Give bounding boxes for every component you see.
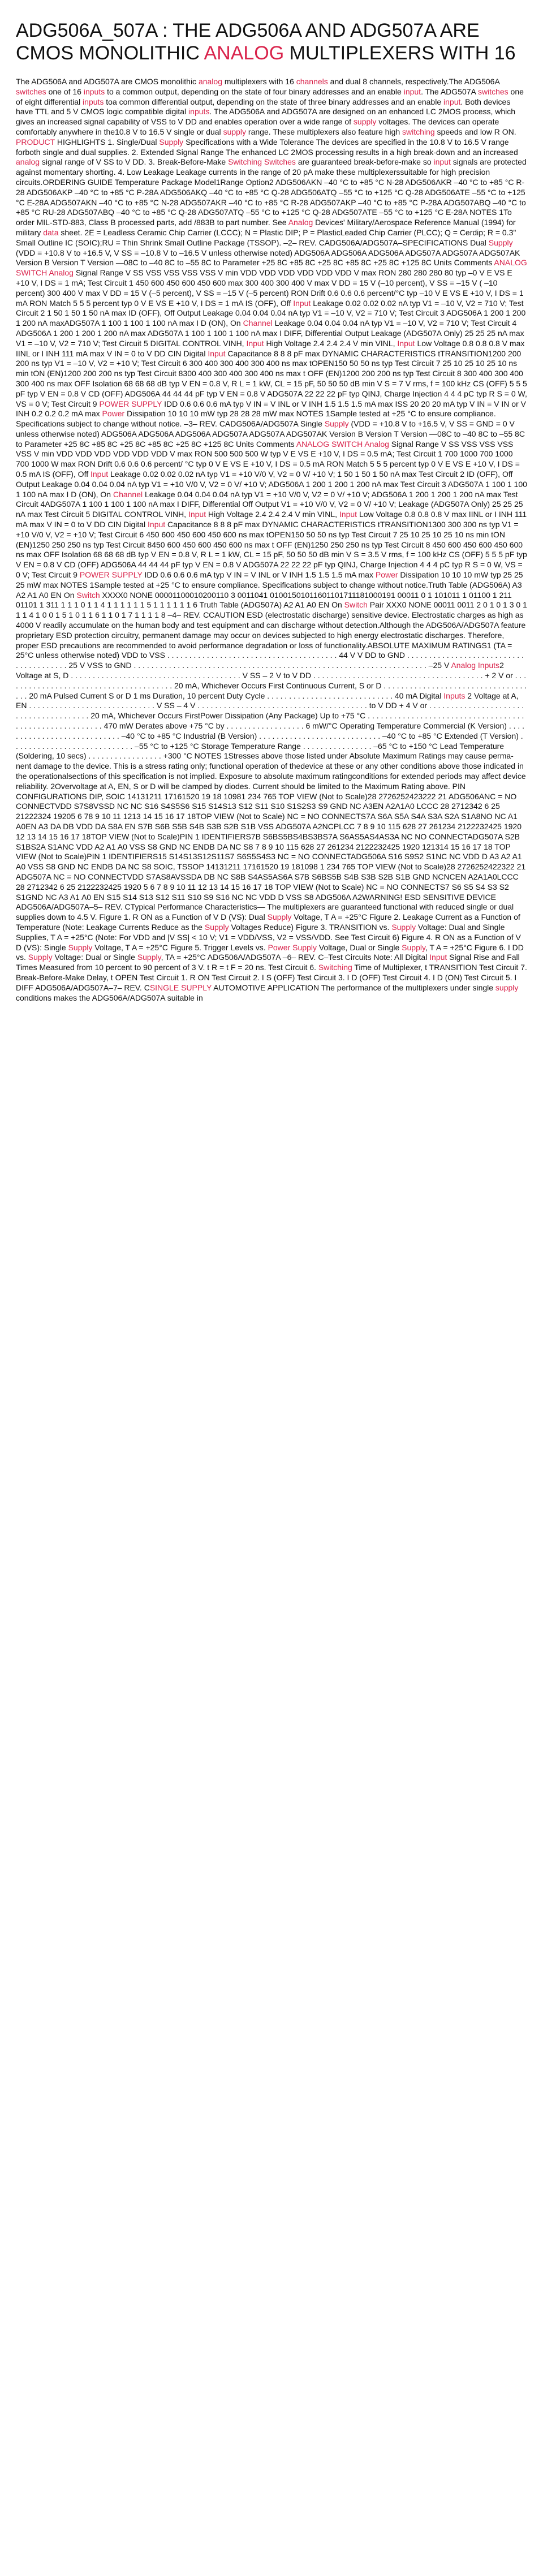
body-text-run: 2 Voltage at A, EN . . . . . . . . . . .…: [16, 691, 526, 922]
body-text-run: HIGHLIGHTS 1. Single/Dual: [54, 137, 160, 147]
body-keyword-highlight: Input: [90, 469, 109, 479]
body-keyword-highlight: inputs: [188, 107, 210, 117]
body-text-run: speeds and low R ON.: [434, 127, 516, 136]
body-keyword-highlight: Input: [339, 510, 357, 519]
body-keyword-highlight: Analog: [288, 218, 313, 227]
body-keyword-highlight: Supply: [159, 137, 184, 147]
body-keyword-highlight: Power: [268, 942, 291, 952]
body-keyword-highlight: switches: [477, 87, 508, 96]
body-keyword-highlight: Power: [102, 409, 125, 419]
body-keyword-highlight: POWER: [99, 399, 130, 408]
body-keyword-highlight: Channel: [113, 489, 143, 499]
body-keyword-highlight: SWITCH: [16, 268, 48, 278]
body-keyword-highlight: Switches: [264, 157, 296, 167]
body-text-run: toa common differential output, dependin…: [104, 97, 444, 106]
body-keyword-highlight: Input: [208, 348, 226, 358]
body-keyword-highlight: Input: [148, 520, 166, 529]
body-text-run: Voltage, T A = +25°C Figure 5. Trigger L…: [92, 942, 268, 952]
body-text-run: range. These multiplexers also feature h…: [246, 127, 403, 136]
body-text-run: sheet. 2E = Leadless Ceramic Chip Carrie…: [16, 227, 516, 247]
body-keyword-highlight: Analog: [49, 268, 74, 278]
body-keyword-highlight: Supply: [402, 942, 425, 952]
body-keyword-highlight: analog: [198, 77, 222, 86]
body-keyword-highlight: SUPPLY: [131, 399, 162, 408]
body-keyword-highlight: SWITCH: [331, 439, 363, 449]
body-text-run: High Voltage 2.4 2.4 2.4 V min VINL,: [264, 338, 398, 348]
body-keyword-highlight: analog: [16, 157, 40, 167]
document-body: The ADG506A and ADG507A are CMOS monolit…: [16, 77, 527, 1003]
title-text-run: MULTIPLEXERS WITH 16: [284, 42, 516, 64]
body-keyword-highlight: PRODUCT: [16, 137, 55, 147]
body-keyword-highlight: ANALOG: [494, 258, 527, 268]
body-keyword-highlight: Input: [246, 338, 264, 348]
body-keyword-highlight: channels: [296, 77, 328, 86]
body-text-run: signal range of V SS to V DD. 3. Break-B…: [40, 157, 229, 167]
document-title: ADG506A_507A : THE ADG506A AND ADG507A A…: [16, 19, 527, 64]
body-text-run: High Voltage 2.4 2.4 2.4 V min VINL,: [206, 510, 339, 519]
body-keyword-highlight: Supply: [28, 953, 53, 962]
body-keyword-highlight: Switch: [76, 590, 100, 600]
body-keyword-highlight: Supply: [137, 953, 161, 962]
body-keyword-highlight: POWER: [79, 570, 110, 580]
body-text-run: signals are protected against momentary …: [16, 157, 527, 227]
body-text-run: The ADG506A and ADG507A are CMOS monolit…: [16, 77, 199, 86]
body-text-run: Voltage, Dual or Single: [316, 942, 402, 952]
body-text-run: AUTOMOTIVE APPLICATION The performance o…: [212, 983, 495, 992]
body-keyword-highlight: Input: [397, 338, 415, 348]
body-text-run: Voltages Reduce) Figure 3. TRANSITION vs…: [229, 922, 392, 932]
body-keyword-highlight: Supply: [267, 912, 292, 922]
body-keyword-highlight: Inputs: [477, 661, 500, 670]
body-text-run: (VDD = +10.8 V to +16.5 V, V SS = –10.8 …: [16, 248, 520, 268]
body-keyword-highlight: Analog: [364, 439, 389, 449]
body-keyword-highlight: input: [403, 87, 421, 96]
body-text-run: . The ADG507A: [421, 87, 478, 96]
body-text-run: to a common output, depending on the sta…: [105, 87, 404, 96]
body-text-run: , TA = +25°C ADG506A/ADG507A –6– REV. C–…: [161, 953, 430, 962]
body-keyword-highlight: input: [433, 157, 451, 167]
body-text-run: are guaranteed break-before-make so: [295, 157, 434, 167]
body-keyword-highlight: Inputs: [443, 691, 466, 700]
body-text-run: and dual 8 channels, respectively.The AD…: [327, 77, 500, 86]
body-keyword-highlight: SUPPLY: [111, 570, 143, 580]
body-keyword-highlight: Power: [375, 570, 398, 580]
body-keyword-highlight: Supply: [204, 922, 229, 932]
title-keyword-highlight: ANALOG: [204, 42, 285, 64]
body-keyword-highlight: inputs: [83, 87, 105, 96]
body-keyword-highlight: supply: [223, 127, 247, 136]
body-keyword-highlight: Switching: [228, 157, 262, 167]
body-keyword-highlight: Switch: [344, 600, 368, 610]
body-keyword-highlight: supply: [353, 117, 377, 127]
body-keyword-highlight: SINGLE: [149, 983, 179, 992]
body-keyword-highlight: Supply: [292, 942, 317, 952]
document-page: ADG506A_507A : THE ADG506A AND ADG507A A…: [0, 0, 543, 1003]
body-keyword-highlight: switches: [16, 87, 46, 96]
body-keyword-highlight: Channel: [243, 318, 273, 328]
body-keyword-highlight: Supply: [68, 942, 93, 952]
body-text-run: IDD 0.6 0.6 0.6 mA typ V IN = V INL or V…: [142, 570, 376, 580]
body-keyword-highlight: Supply: [488, 238, 513, 247]
body-keyword-highlight: Input: [293, 298, 311, 308]
body-keyword-highlight: inputs: [83, 97, 104, 106]
body-keyword-highlight: Analog: [451, 661, 476, 670]
body-text-run: Pair XXX0 NONE 00011 0011 2 0 1 0 1 3 0 …: [16, 600, 527, 670]
body-keyword-highlight: input: [443, 97, 461, 106]
body-keyword-highlight: Input: [188, 510, 206, 519]
body-keyword-highlight: ANALOG: [296, 439, 330, 449]
body-keyword-highlight: supply: [495, 983, 519, 992]
body-text-run: Voltage: Dual or Single: [52, 953, 137, 962]
body-keyword-highlight: Supply: [391, 922, 416, 932]
body-text-run: one of 16: [46, 87, 84, 96]
body-keyword-highlight: Supply: [324, 419, 349, 429]
body-text-run: conditions makes the ADG506A/ADG507A sui…: [16, 993, 203, 1002]
body-keyword-highlight: data: [43, 227, 59, 237]
body-text-run: multiplexers with 16: [222, 77, 296, 86]
body-keyword-highlight: Input: [429, 953, 447, 962]
body-keyword-highlight: Switching: [318, 963, 352, 972]
body-keyword-highlight: switching: [402, 127, 435, 136]
body-keyword-highlight: SUPPLY: [181, 983, 212, 992]
